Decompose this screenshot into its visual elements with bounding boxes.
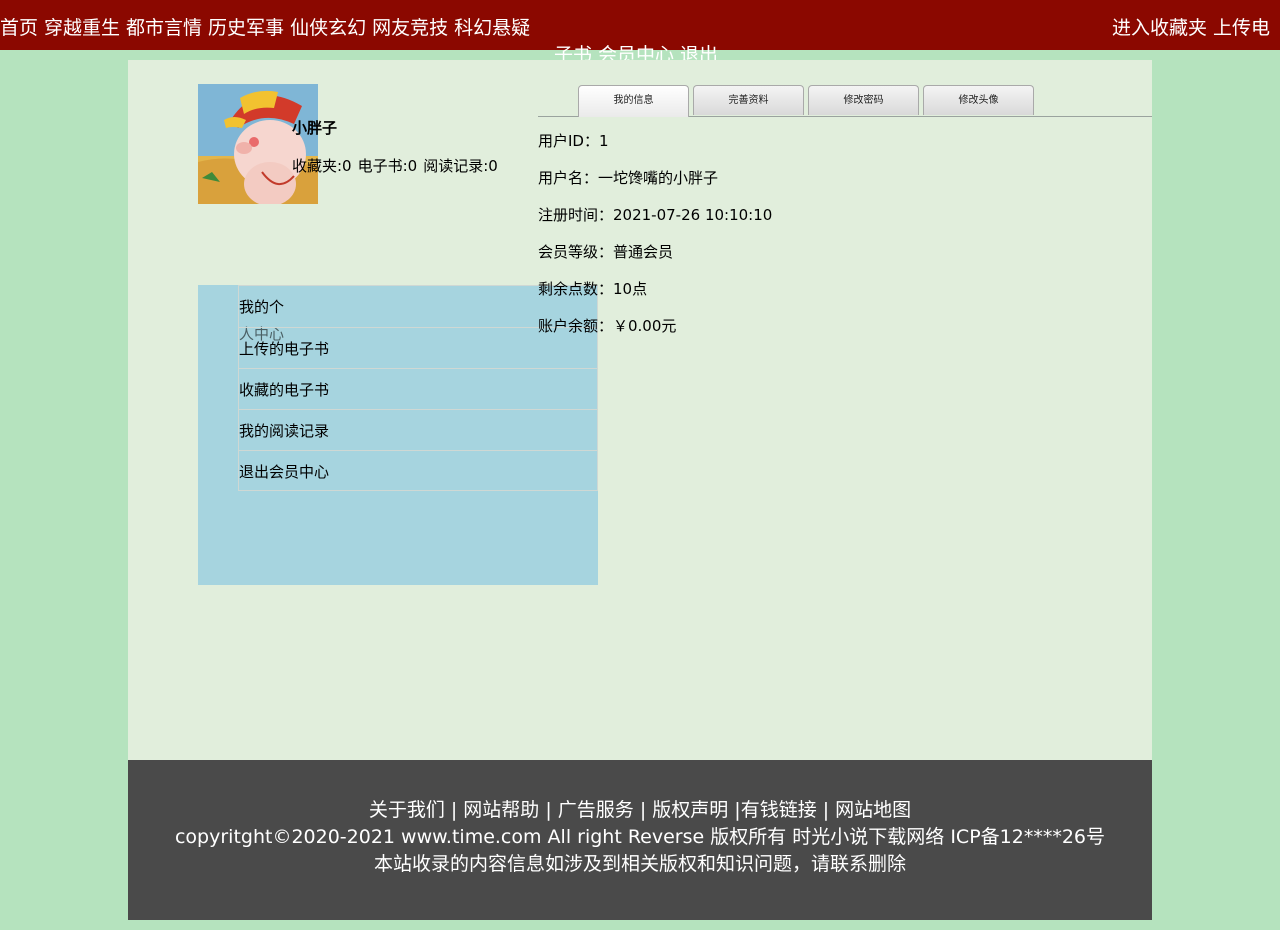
tab-my-info[interactable]: 我的信息 — [578, 85, 689, 117]
site-footer: 关于我们 | 网站帮助 | 广告服务 | 版权声明 |有钱链接 | 网站地图 c… — [128, 760, 1152, 920]
menu-item-label: 上传的电子书 — [239, 340, 330, 358]
menu-item-label: 我的阅读记录 — [239, 422, 330, 440]
user-name: 用户名：一坨馋嘴的小胖子 — [538, 169, 719, 187]
nav-favorites-link[interactable]: 进入收藏夹 — [1112, 17, 1207, 39]
username: 小胖子 — [292, 119, 338, 137]
footer-links[interactable]: 关于我们 | 网站帮助 | 广告服务 | 版权声明 |有钱链接 | 网站地图 — [128, 797, 1152, 824]
register-time: 注册时间：2021-07-26 10:10:10 — [538, 206, 773, 224]
footer-copyright: copyritght©2020-2021 www.time.com All ri… — [174, 826, 1106, 848]
nav-upload-link[interactable]: 上传电 — [1213, 17, 1270, 39]
profile-stats: 收藏夹:0 电子书:0 阅读记录:0 — [292, 155, 504, 177]
nav-time-travel-link[interactable]: 穿越重生 — [44, 17, 120, 39]
nav-history-military-link[interactable]: 历史军事 — [208, 17, 284, 39]
user-id: 用户ID：1 — [538, 132, 609, 150]
nav-user-links: 进入收藏夹 上传电 — [1112, 14, 1280, 42]
menu-item-label: 收藏的电子书 — [239, 381, 330, 399]
ebooks-count: 电子书:0 — [357, 157, 418, 175]
nav-fantasy-link[interactable]: 仙侠玄幻 — [290, 17, 366, 39]
member-level: 会员等级：普通会员 — [538, 243, 674, 261]
user-info-list: 用户ID：1 用户名：一坨馋嘴的小胖子 注册时间：2021-07-26 10:1… — [538, 130, 772, 352]
nav-scifi-link[interactable]: 科幻悬疑 — [454, 17, 530, 39]
nav-urban-romance-link[interactable]: 都市言情 — [126, 17, 202, 39]
member-center-panel: 小胖子 收藏夹:0 电子书:0 阅读记录:0 我的个 人中心 上传的电子书 收藏的电… — [128, 60, 1152, 760]
nav-category-links: 首页 穿越重生 都市言情 历史军事 仙侠玄幻 网友竞技 科幻悬疑 — [0, 14, 536, 42]
menu-item-exit-member-center[interactable]: 退出会员中心 — [238, 450, 598, 491]
tab-change-avatar[interactable]: 修改头像 — [923, 85, 1034, 115]
menu-item-favorite-ebooks[interactable]: 收藏的电子书 — [238, 368, 598, 409]
nav-home-link[interactable]: 首页 — [0, 17, 38, 39]
nav-gaming-link[interactable]: 网友竞技 — [372, 17, 448, 39]
reading-record-count: 阅读记录:0 — [423, 157, 498, 175]
avatar — [198, 84, 318, 204]
menu-item-my-center-label: 我的个 — [239, 298, 285, 316]
tab-complete-profile[interactable]: 完善资料 — [693, 85, 804, 115]
favorites-count: 收藏夹:0 — [292, 157, 352, 175]
menu-item-label: 退出会员中心 — [239, 463, 330, 481]
menu-item-reading-history[interactable]: 我的阅读记录 — [238, 409, 598, 450]
tab-change-password[interactable]: 修改密码 — [808, 85, 919, 115]
pig-avatar-image — [198, 84, 318, 204]
remaining-points: 剩余点数：10点 — [538, 280, 648, 298]
profile-tabs: 我的信息 完善资料 修改密码 修改头像 — [538, 84, 1152, 117]
footer-notice: 本站收录的内容信息如涉及到相关版权和知识问题，请联系删除 — [373, 853, 906, 875]
account-balance: 账户余额：￥0.00元 — [538, 317, 677, 335]
